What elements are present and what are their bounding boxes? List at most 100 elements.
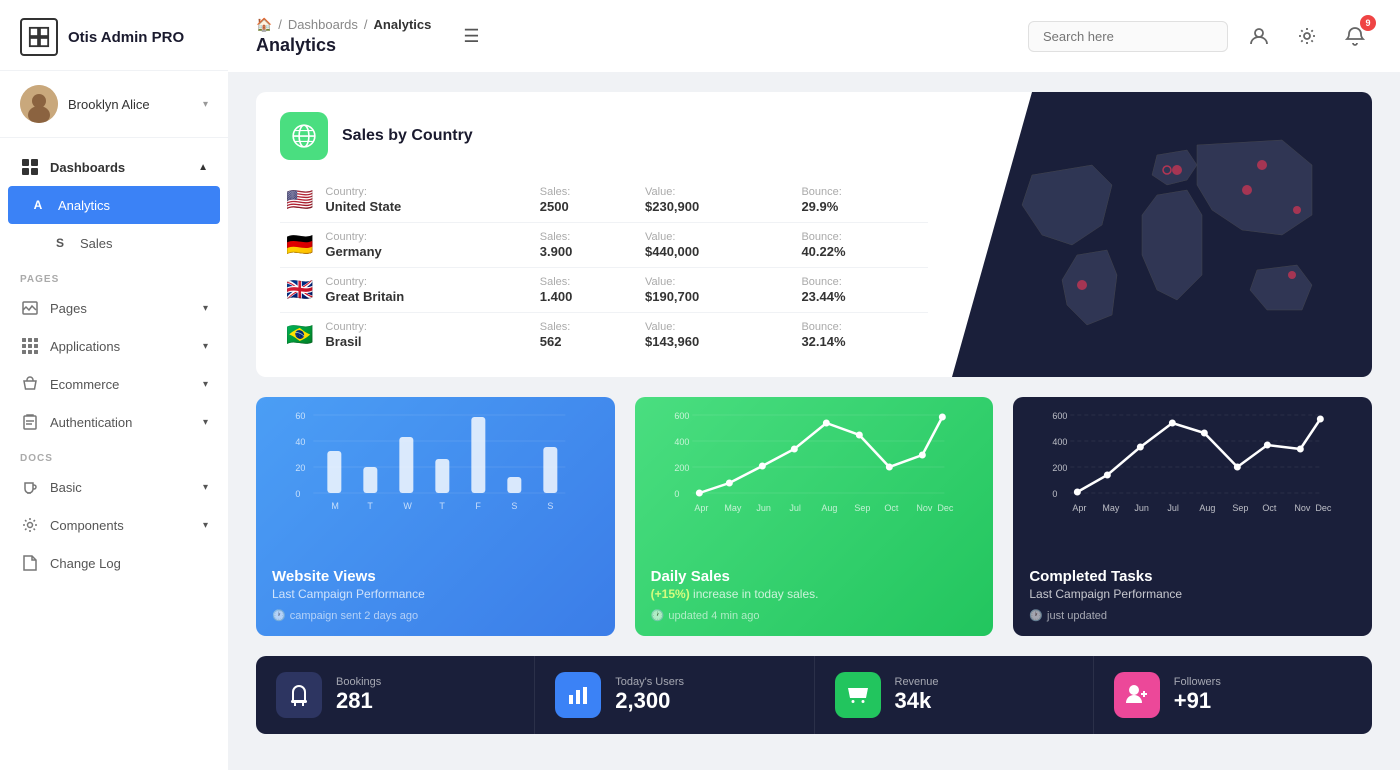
notification-icon[interactable]: 9 — [1338, 19, 1372, 53]
svg-text:60: 60 — [295, 411, 305, 421]
website-views-chart-body: 60 40 20 0 — [256, 397, 615, 558]
website-views-bar-chart: 60 40 20 0 — [272, 407, 599, 547]
basic-chevron-icon: ▾ — [203, 482, 208, 493]
sales-by-country-card: Sales by Country 🇺🇸 Country: United Stat… — [256, 92, 1372, 377]
sidebar-item-authentication[interactable]: Authentication ▾ — [0, 403, 228, 441]
breadcrumb-current: Analytics — [374, 17, 432, 32]
followers-value: +91 — [1174, 688, 1221, 714]
authentication-chevron-icon: ▾ — [203, 417, 208, 428]
pages-section-label: PAGES — [0, 262, 228, 289]
svg-text:400: 400 — [1053, 437, 1068, 447]
svg-text:400: 400 — [674, 437, 689, 447]
completed-tasks-title: Completed Tasks — [1029, 568, 1356, 585]
chart-bar-icon — [555, 672, 601, 718]
svg-text:M: M — [331, 501, 339, 511]
revenue-value: 34k — [895, 688, 939, 714]
user-name: Brooklyn Alice — [68, 97, 193, 112]
header: 🏠 / Dashboards / Analytics Analytics ☰ — [228, 0, 1400, 72]
clock-icon: 🕐 — [272, 609, 286, 622]
sidebar-item-ecommerce[interactable]: Ecommerce ▾ — [0, 365, 228, 403]
svg-text:Aug: Aug — [1200, 503, 1216, 513]
daily-sales-footer: Daily Sales (+15%) increase in today sal… — [635, 558, 994, 636]
daily-sales-title: Daily Sales — [651, 568, 978, 585]
charts-row: 60 40 20 0 — [256, 397, 1372, 636]
settings-icon[interactable] — [1290, 19, 1324, 53]
sidebar-pages-label: Pages — [50, 301, 87, 316]
search-input[interactable] — [1028, 21, 1228, 52]
menu-toggle-button[interactable]: ☰ — [463, 26, 479, 47]
svg-text:40: 40 — [295, 437, 305, 447]
bookings-value: 281 — [336, 688, 381, 714]
svg-text:20: 20 — [295, 463, 305, 473]
clock-icon: 🕐 — [1029, 609, 1043, 622]
svg-text:Nov: Nov — [916, 503, 933, 513]
globe-icon — [280, 112, 328, 160]
sidebar-ecommerce-label: Ecommerce — [50, 377, 119, 392]
logo-icon — [20, 18, 58, 56]
profile-icon[interactable] — [1242, 19, 1276, 53]
svg-text:Sep: Sep — [1233, 503, 1249, 513]
ecommerce-chevron-icon: ▾ — [203, 379, 208, 390]
svg-text:T: T — [367, 501, 373, 511]
svg-text:Jul: Jul — [789, 503, 801, 513]
shop-icon — [835, 672, 881, 718]
users-text: Today's Users 2,300 — [615, 676, 684, 714]
sidebar-item-components[interactable]: Components ▾ — [0, 506, 228, 544]
users-value: 2,300 — [615, 688, 684, 714]
sidebar-basic-label: Basic — [50, 480, 82, 495]
grid9-icon — [20, 336, 40, 356]
completed-tasks-chart-body: 600 400 200 0 — [1013, 397, 1372, 558]
svg-text:Aug: Aug — [821, 503, 837, 513]
svg-text:Oct: Oct — [884, 503, 899, 513]
grid-icon — [20, 157, 40, 177]
file-icon — [20, 553, 40, 573]
svg-text:Jul: Jul — [1168, 503, 1180, 513]
breadcrumb-sep2: / — [364, 17, 368, 32]
sidebar-user[interactable]: Brooklyn Alice ▾ — [0, 71, 228, 138]
bookings-text: Bookings 281 — [336, 676, 381, 714]
world-map-area — [952, 92, 1372, 377]
sidebar-item-basic[interactable]: Basic ▾ — [0, 468, 228, 506]
website-views-title: Website Views — [272, 568, 599, 585]
daily-sales-subtitle: (+15%) increase in today sales. — [651, 587, 978, 601]
table-row: 🇺🇸 Country: United State Sales: 2500 Val… — [280, 178, 928, 223]
svg-text:Sep: Sep — [854, 503, 870, 513]
settings-icon — [20, 515, 40, 535]
sidebar-item-applications[interactable]: Applications ▾ — [0, 327, 228, 365]
sidebar-item-analytics[interactable]: A Analytics — [8, 186, 220, 224]
svg-text:600: 600 — [1053, 411, 1068, 421]
svg-text:May: May — [1103, 503, 1121, 513]
svg-text:200: 200 — [674, 463, 689, 473]
sales-left: Sales by Country 🇺🇸 Country: United Stat… — [256, 92, 952, 377]
daily-sales-line-chart: 600 400 200 0 — [651, 407, 978, 547]
sidebar: Otis Admin PRO Brooklyn Alice ▾ Das — [0, 0, 228, 770]
world-map-svg — [1002, 115, 1362, 355]
stat-revenue: Revenue 34k — [815, 656, 1094, 734]
person-plus-icon — [1114, 672, 1160, 718]
sidebar-item-sales[interactable]: S Sales — [0, 224, 228, 262]
sidebar-item-pages[interactable]: Pages ▾ — [0, 289, 228, 327]
sidebar-analytics-label: Analytics — [58, 198, 110, 213]
coffee-icon — [20, 477, 40, 497]
clock-icon: 🕐 — [651, 609, 665, 622]
table-row: 🇧🇷 Country: Brasil Sales: 562 Value: $14… — [280, 313, 928, 358]
completed-tasks-card: 600 400 200 0 — [1013, 397, 1372, 636]
analytics-letter: A — [28, 195, 48, 215]
website-views-meta: 🕐 campaign sent 2 days ago — [272, 609, 599, 622]
svg-text:200: 200 — [1053, 463, 1068, 473]
svg-text:Dec: Dec — [1316, 503, 1333, 513]
header-right: 9 — [1028, 19, 1372, 53]
components-chevron-icon: ▾ — [203, 520, 208, 531]
country-table: 🇺🇸 Country: United State Sales: 2500 Val… — [280, 178, 928, 357]
svg-text:May: May — [724, 503, 742, 513]
chair-icon — [276, 672, 322, 718]
completed-tasks-footer: Completed Tasks Last Campaign Performanc… — [1013, 558, 1372, 636]
svg-text:W: W — [403, 501, 412, 511]
pages-chevron-icon: ▾ — [203, 303, 208, 314]
followers-text: Followers +91 — [1174, 676, 1221, 714]
dashboards-chevron-icon: ▲ — [198, 162, 208, 173]
svg-text:600: 600 — [674, 411, 689, 421]
sidebar-item-dashboards[interactable]: Dashboards ▲ — [0, 148, 228, 186]
sidebar-item-changelog[interactable]: Change Log — [0, 544, 228, 582]
sidebar-logo: Otis Admin PRO — [0, 0, 228, 71]
